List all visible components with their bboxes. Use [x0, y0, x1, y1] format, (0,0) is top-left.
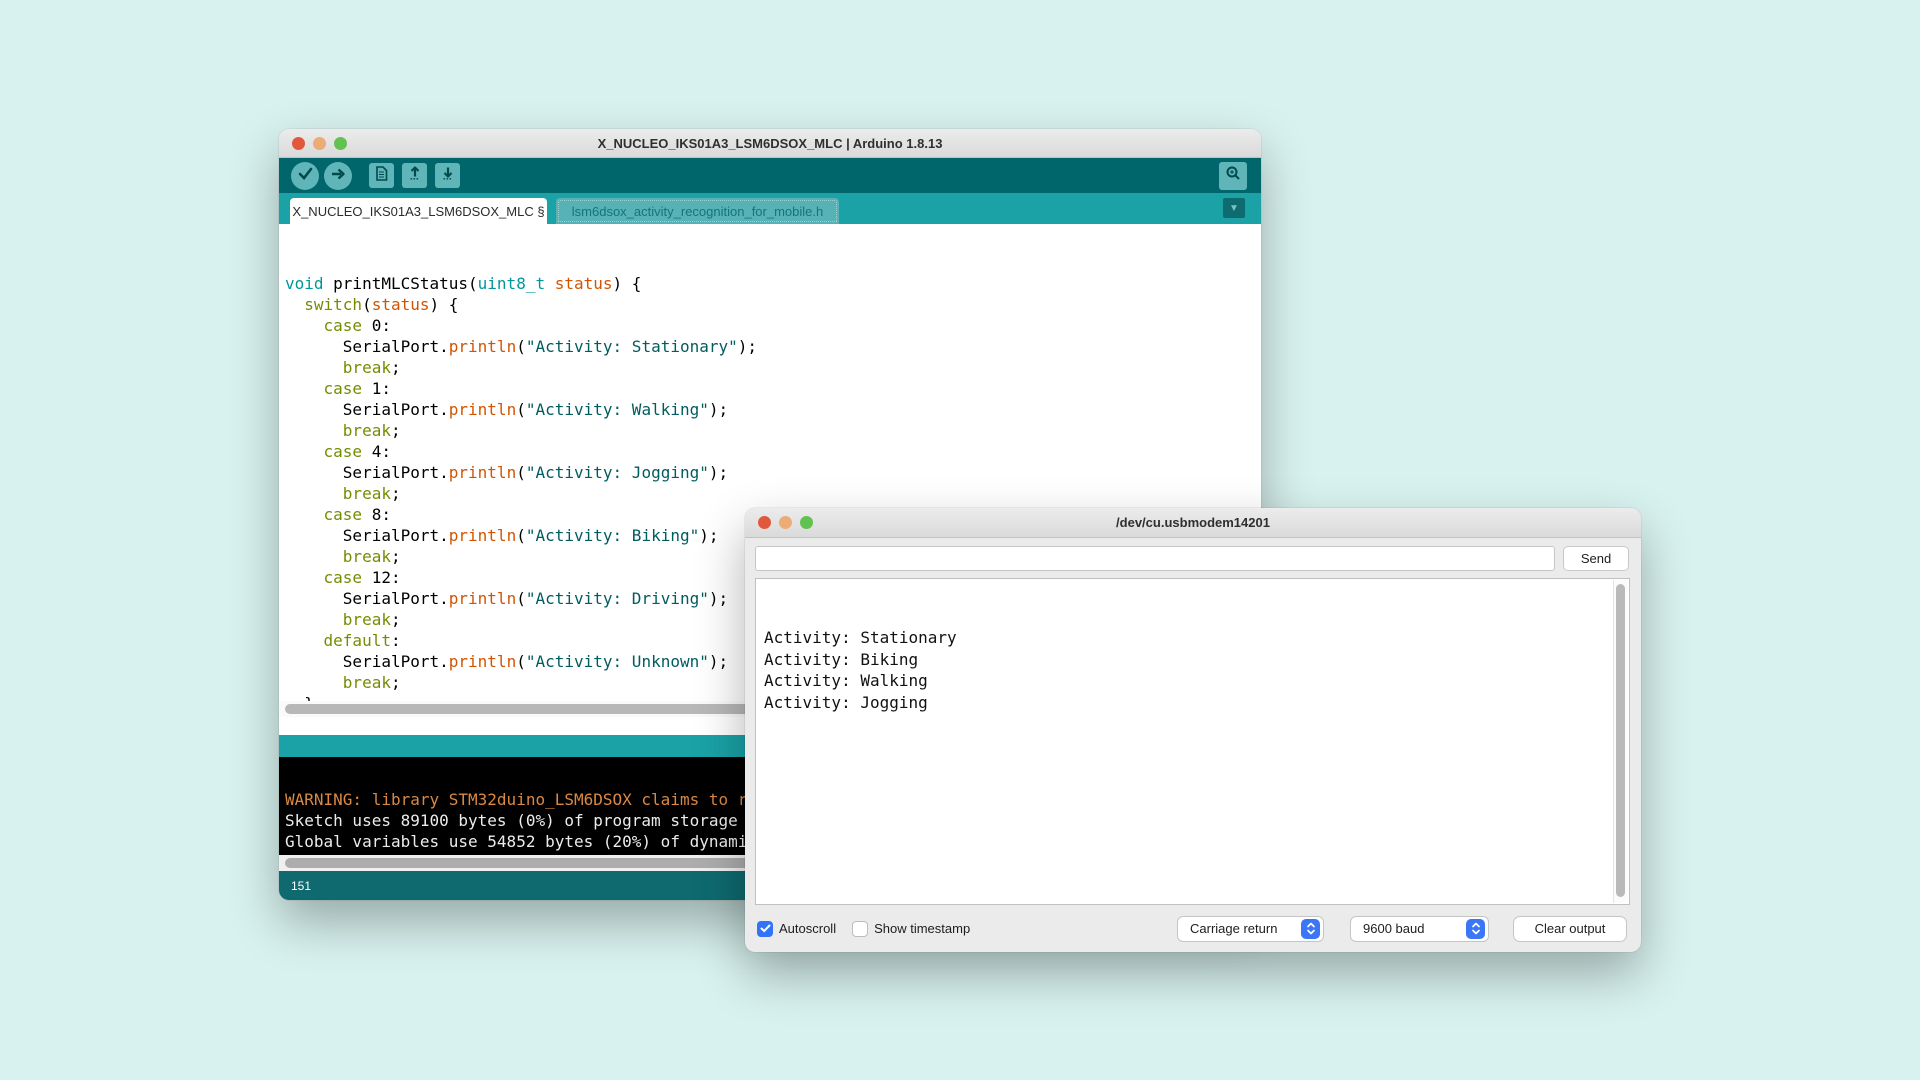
verify-button[interactable] — [291, 162, 319, 190]
serial-zoom-button[interactable] — [800, 516, 813, 529]
tab-menu-button[interactable]: ▼ — [1223, 198, 1245, 218]
send-button[interactable]: Send — [1563, 546, 1629, 571]
editor-tabbar: X_NUCLEO_IKS01A3_LSM6DSOX_MLC § lsm6dsox… — [279, 193, 1261, 224]
code-line: break; — [285, 357, 1261, 378]
code-line: case 4: — [285, 441, 1261, 462]
serial-scrollbar-thumb[interactable] — [1616, 584, 1625, 897]
chevron-down-icon: ▼ — [1229, 203, 1239, 214]
arduino-toolbar — [279, 158, 1261, 193]
serial-output-lines: Activity: StationaryActivity: BikingActi… — [764, 627, 1621, 713]
verify-check-icon — [298, 167, 313, 185]
open-sketch-button[interactable] — [402, 163, 427, 188]
cursor-line-number: 151 — [291, 879, 311, 893]
minimize-button[interactable] — [313, 137, 326, 150]
tab-header-file-label: lsm6dsox_activity_recognition_for_mobile… — [572, 204, 823, 219]
tab-main-sketch[interactable]: X_NUCLEO_IKS01A3_LSM6DSOX_MLC § — [290, 198, 547, 224]
arduino-titlebar[interactable]: X_NUCLEO_IKS01A3_LSM6DSOX_MLC | Arduino … — [279, 129, 1261, 158]
line-ending-value: Carriage return — [1190, 921, 1277, 936]
clear-output-label: Clear output — [1535, 921, 1606, 936]
new-sketch-button[interactable] — [369, 163, 394, 188]
code-line: break; — [285, 483, 1261, 504]
code-line: SerialPort.println("Activity: Jogging"); — [285, 462, 1261, 483]
autoscroll-label: Autoscroll — [779, 921, 836, 936]
serial-bottom-bar: Autoscroll Show timestamp Carriage retur… — [745, 905, 1641, 952]
serial-vertical-scrollbar[interactable] — [1613, 580, 1628, 903]
code-line: SerialPort.println("Activity: Walking"); — [285, 399, 1261, 420]
baud-rate-select[interactable]: 9600 baud — [1350, 916, 1489, 942]
serial-window-title: /dev/cu.usbmodem14201 — [1116, 515, 1270, 530]
baud-rate-value: 9600 baud — [1363, 921, 1424, 936]
save-sketch-button[interactable] — [435, 163, 460, 188]
code-line: case 1: — [285, 378, 1261, 399]
clear-output-button[interactable]: Clear output — [1513, 916, 1627, 942]
code-line: void printMLCStatus(uint8_t status) { — [285, 273, 1261, 294]
autoscroll-checkbox[interactable] — [757, 921, 773, 937]
serial-monitor-icon — [1225, 165, 1241, 186]
upload-arrow-icon — [331, 167, 346, 185]
line-ending-select[interactable]: Carriage return — [1177, 916, 1324, 942]
code-line: switch(status) { — [285, 294, 1261, 315]
serial-output-line: Activity: Stationary — [764, 627, 1621, 649]
show-timestamp-label: Show timestamp — [874, 921, 970, 936]
serial-close-button[interactable] — [758, 516, 771, 529]
show-timestamp-checkbox[interactable] — [852, 921, 868, 937]
serial-send-input[interactable] — [755, 546, 1555, 571]
code-line: SerialPort.println("Activity: Stationary… — [285, 336, 1261, 357]
serial-window-controls — [758, 508, 813, 537]
serial-monitor-window: /dev/cu.usbmodem14201 Send Activity: Sta… — [745, 508, 1641, 952]
close-button[interactable] — [292, 137, 305, 150]
serial-output-line: Activity: Walking — [764, 670, 1621, 692]
serial-titlebar[interactable]: /dev/cu.usbmodem14201 — [745, 508, 1641, 538]
check-icon — [760, 921, 771, 936]
zoom-button[interactable] — [334, 137, 347, 150]
serial-output-line: Activity: Biking — [764, 649, 1621, 671]
select-stepper-icon — [1466, 919, 1485, 939]
code-line: break; — [285, 420, 1261, 441]
tab-main-sketch-label: X_NUCLEO_IKS01A3_LSM6DSOX_MLC § — [292, 204, 544, 219]
send-button-label: Send — [1581, 551, 1611, 566]
open-up-arrow-icon — [408, 166, 422, 185]
window-controls — [292, 129, 347, 157]
save-down-arrow-icon — [441, 166, 455, 185]
serial-output-area[interactable]: Activity: StationaryActivity: BikingActi… — [755, 578, 1630, 905]
select-stepper-icon — [1301, 919, 1320, 939]
serial-output-line: Activity: Jogging — [764, 692, 1621, 714]
serial-minimize-button[interactable] — [779, 516, 792, 529]
code-line: case 0: — [285, 315, 1261, 336]
tab-header-file[interactable]: lsm6dsox_activity_recognition_for_mobile… — [556, 198, 839, 224]
window-title: X_NUCLEO_IKS01A3_LSM6DSOX_MLC | Arduino … — [598, 136, 943, 151]
serial-monitor-button[interactable] — [1219, 162, 1247, 190]
new-sketch-icon — [375, 166, 388, 186]
upload-button[interactable] — [324, 162, 352, 190]
